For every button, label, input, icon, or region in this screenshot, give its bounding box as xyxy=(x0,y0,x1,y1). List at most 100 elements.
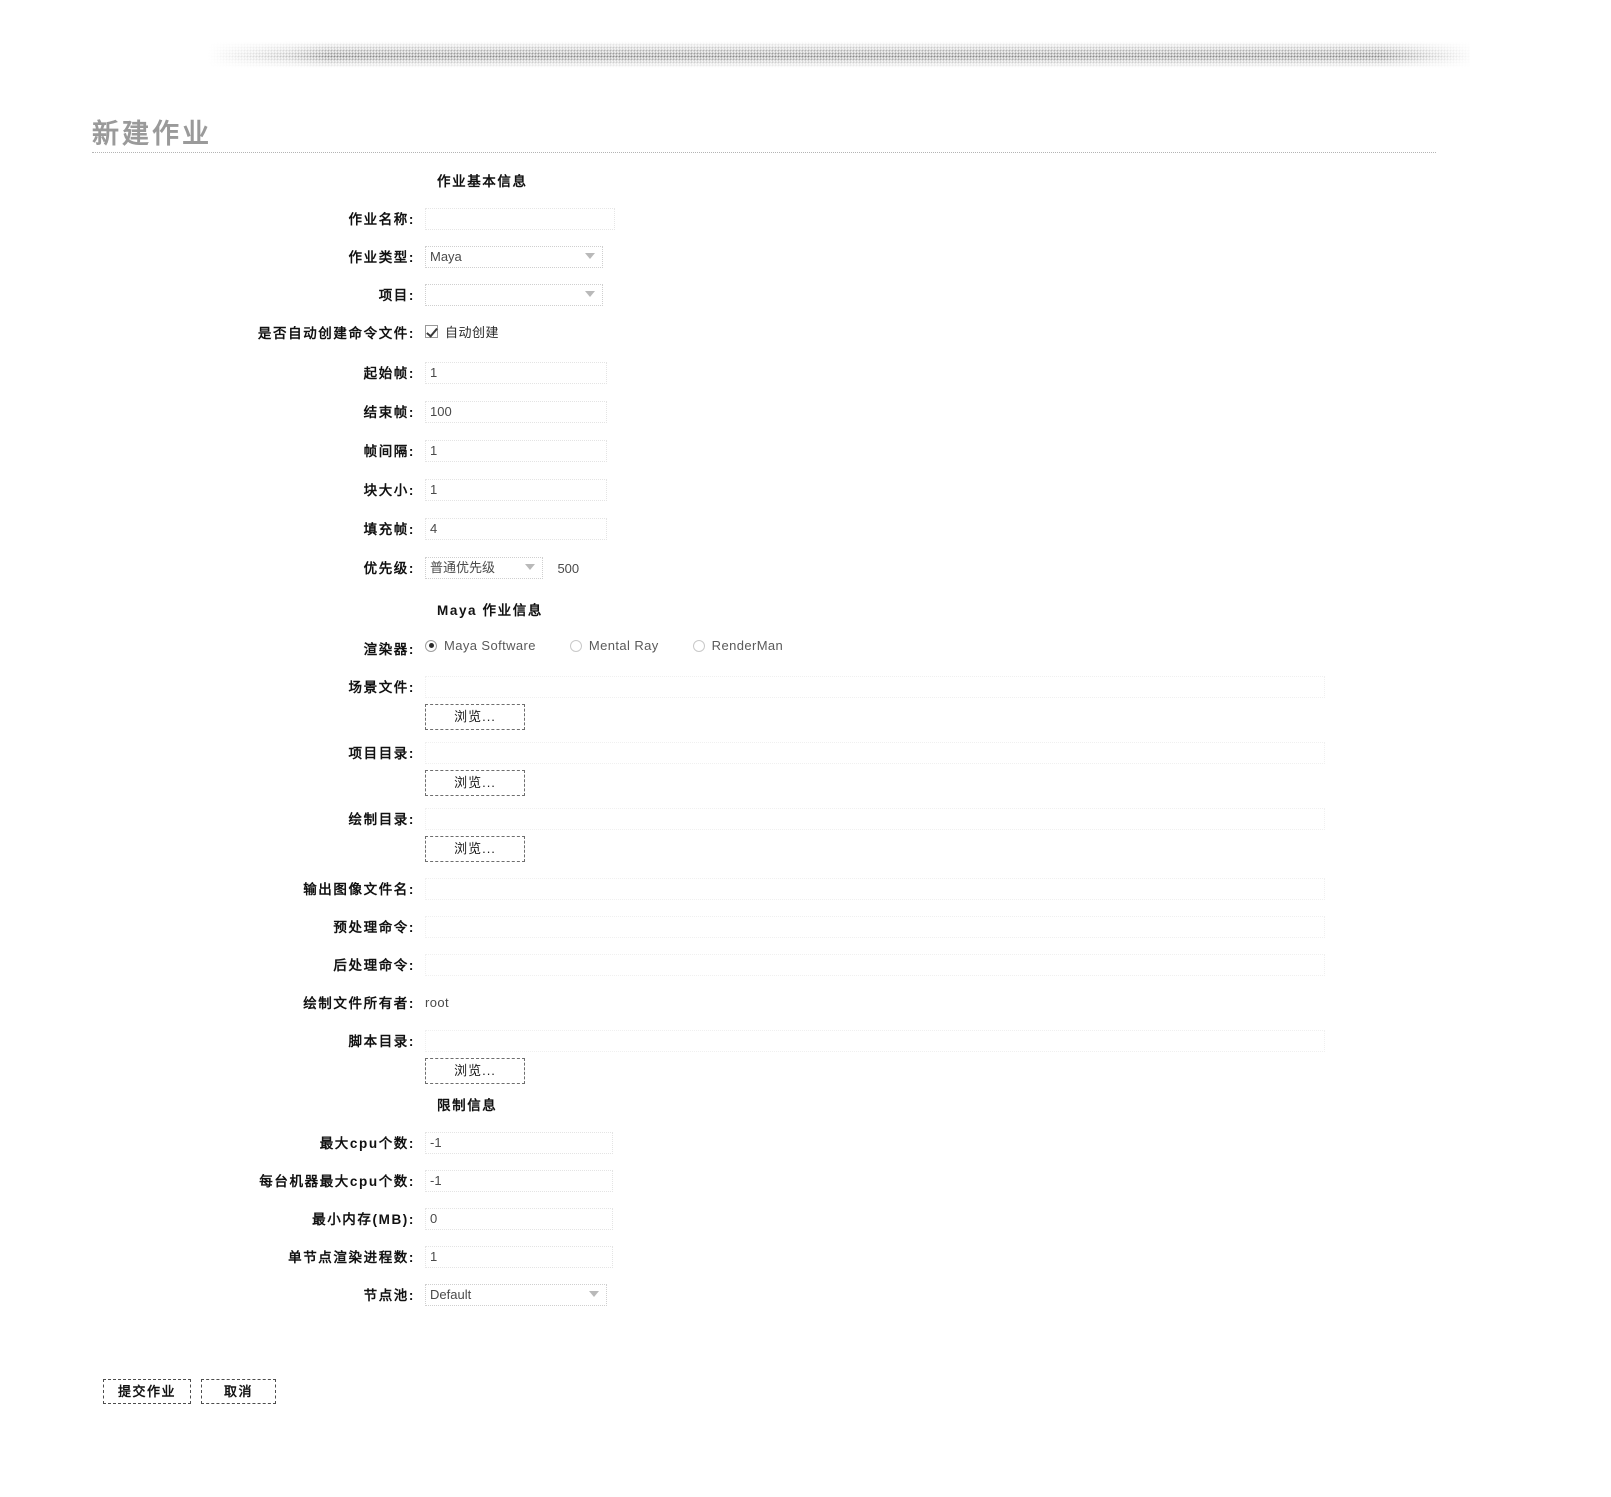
label-end-frame: 结束帧: xyxy=(363,405,415,420)
job-type-select-wrap[interactable]: Maya xyxy=(425,246,603,268)
job-name-input[interactable] xyxy=(425,208,615,230)
radio-renderman[interactable] xyxy=(692,639,705,652)
field-row-script-dir: 脚本目录: 浏览... xyxy=(0,1030,1611,1084)
field-row-frame-padding: 填充帧: 4 xyxy=(0,518,1611,540)
label-project-dir: 项目目录: xyxy=(348,746,415,761)
form-actions: 提交作业 取消 xyxy=(103,1379,277,1404)
label-file-owner: 绘制文件所有者: xyxy=(303,996,415,1011)
auto-create-checkbox-wrap[interactable]: 自动创建 xyxy=(425,322,499,341)
priority-value-input[interactable]: 500 xyxy=(557,561,579,576)
render-dir-browse-button[interactable]: 浏览... xyxy=(425,836,525,862)
label-procs-per-node: 单节点渲染进程数: xyxy=(288,1250,415,1265)
field-row-priority: 优先级: 普通优先级 500 xyxy=(0,557,1611,579)
radio-maya-software[interactable] xyxy=(425,639,437,652)
renderer-radio-group: Maya Software Mental Ray RenderMan xyxy=(425,638,1611,653)
field-row-job-type: 作业类型: Maya xyxy=(0,246,1611,268)
chevron-down-icon xyxy=(585,253,595,259)
label-output-image-name: 输出图像文件名: xyxy=(303,882,415,897)
file-owner-value: root xyxy=(425,995,450,1010)
radio-label-maya-software: Maya Software xyxy=(444,638,536,653)
pre-command-input[interactable] xyxy=(425,916,1325,938)
scene-file-browse-button[interactable]: 浏览... xyxy=(425,704,525,730)
field-row-auto-create: 是否自动创建命令文件: 自动创建 xyxy=(0,322,1611,344)
submit-job-button[interactable]: 提交作业 xyxy=(103,1379,192,1404)
label-frame-step: 帧间隔: xyxy=(363,444,415,459)
field-row-scene-file: 场景文件: 浏览... xyxy=(0,676,1611,730)
radio-label-renderman: RenderMan xyxy=(711,638,784,653)
script-dir-browse-button[interactable]: 浏览... xyxy=(425,1058,525,1084)
field-row-max-cpu: 最大cpu个数: -1 xyxy=(0,1132,1611,1154)
field-row-output-image-name: 输出图像文件名: xyxy=(0,878,1611,900)
end-frame-input[interactable]: 100 xyxy=(425,401,607,423)
new-job-form: 作业基本信息 作业名称: 作业类型: Maya 项目: 是否自动创建命令文件: xyxy=(0,170,1611,1322)
field-row-renderer: 渲染器: Maya Software Mental Ray RenderMan xyxy=(0,638,1611,660)
label-start-frame: 起始帧: xyxy=(363,366,415,381)
field-row-pre-command: 预处理命令: xyxy=(0,916,1611,938)
scene-file-input[interactable] xyxy=(425,676,1325,698)
renderer-option-renderman[interactable]: RenderMan xyxy=(692,638,784,653)
radio-mental-ray[interactable] xyxy=(569,639,582,652)
radio-label-mental-ray: Mental Ray xyxy=(588,638,659,653)
label-max-cpu-per-host: 每台机器最大cpu个数: xyxy=(259,1174,415,1189)
auto-create-checkbox[interactable] xyxy=(425,325,438,338)
chevron-down-icon xyxy=(589,1291,599,1297)
frame-step-input[interactable]: 1 xyxy=(425,440,607,462)
label-pre-command: 预处理命令: xyxy=(333,920,415,935)
label-job-name: 作业名称: xyxy=(348,212,415,227)
chevron-down-icon xyxy=(525,564,535,570)
field-row-frame-step: 帧间隔: 1 xyxy=(0,440,1611,462)
post-command-input[interactable] xyxy=(425,954,1325,976)
output-image-name-input[interactable] xyxy=(425,878,1325,900)
script-dir-input[interactable] xyxy=(425,1030,1325,1052)
section-header-limit-row: 限制信息 xyxy=(0,1094,1611,1116)
section-header-basic-row: 作业基本信息 xyxy=(0,170,1611,192)
project-dir-browse-button[interactable]: 浏览... xyxy=(425,770,525,796)
page-header-banner xyxy=(0,0,1611,96)
section-header-maya-row: Maya 作业信息 xyxy=(0,599,1611,621)
frame-padding-input[interactable]: 4 xyxy=(425,518,607,540)
renderer-option-maya-software[interactable]: Maya Software xyxy=(425,638,536,653)
field-row-project: 项目: xyxy=(0,284,1611,306)
render-dir-input[interactable] xyxy=(425,808,1325,830)
priority-select-wrap[interactable]: 普通优先级 xyxy=(425,557,543,579)
cancel-button[interactable]: 取消 xyxy=(201,1379,277,1404)
field-row-max-cpu-per-host: 每台机器最大cpu个数: -1 xyxy=(0,1170,1611,1192)
project-select-wrap[interactable] xyxy=(425,284,603,306)
project-select[interactable] xyxy=(425,284,603,306)
max-cpu-input[interactable]: -1 xyxy=(425,1132,613,1154)
section-header-basic: 作业基本信息 xyxy=(437,174,528,189)
chevron-down-icon xyxy=(585,291,595,297)
banner-right-fade xyxy=(1380,38,1475,68)
start-frame-input[interactable]: 1 xyxy=(425,362,607,384)
node-pool-select-wrap[interactable]: Default xyxy=(425,1284,607,1306)
job-type-select[interactable]: Maya xyxy=(425,246,603,268)
label-post-command: 后处理命令: xyxy=(333,958,415,973)
node-pool-select[interactable]: Default xyxy=(425,1284,607,1306)
project-dir-input[interactable] xyxy=(425,742,1325,764)
field-row-render-dir: 绘制目录: 浏览... xyxy=(0,808,1611,862)
label-auto-create-cmd: 是否自动创建命令文件: xyxy=(257,326,415,341)
banner-left-fade xyxy=(208,38,328,68)
field-row-file-owner: 绘制文件所有者: root xyxy=(0,992,1611,1014)
field-row-block-size: 块大小: 1 xyxy=(0,479,1611,501)
label-renderer: 渲染器: xyxy=(363,642,415,657)
max-cpu-per-host-input[interactable]: -1 xyxy=(425,1170,613,1192)
label-max-cpu: 最大cpu个数: xyxy=(319,1136,415,1151)
block-size-input[interactable]: 1 xyxy=(425,479,607,501)
label-scene-file: 场景文件: xyxy=(348,680,415,695)
field-row-project-dir: 项目目录: 浏览... xyxy=(0,742,1611,796)
label-project: 项目: xyxy=(378,288,415,303)
min-memory-input[interactable]: 0 xyxy=(425,1208,613,1230)
field-row-end-frame: 结束帧: 100 xyxy=(0,401,1611,423)
label-min-memory: 最小内存(MB): xyxy=(312,1212,415,1227)
label-priority: 优先级: xyxy=(363,561,415,576)
field-row-job-name: 作业名称: xyxy=(0,208,1611,230)
label-frame-padding: 填充帧: xyxy=(363,522,415,537)
renderer-option-mental-ray[interactable]: Mental Ray xyxy=(569,638,659,653)
title-divider xyxy=(92,152,1436,153)
label-render-dir: 绘制目录: xyxy=(348,812,415,827)
section-header-maya: Maya 作业信息 xyxy=(437,603,543,618)
auto-create-checkbox-label: 自动创建 xyxy=(445,325,500,340)
label-block-size: 块大小: xyxy=(363,483,415,498)
procs-per-node-input[interactable]: 1 xyxy=(425,1246,613,1268)
